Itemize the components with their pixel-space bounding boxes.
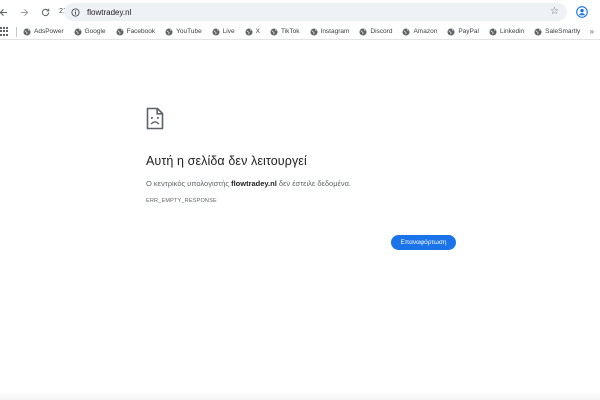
bookmark-label: Amazon — [413, 28, 438, 35]
browser-toolbar: 212 ☆ — [0, 0, 600, 24]
bookmark-label: Linkedin — [499, 28, 525, 35]
bookmark-label: Facebook — [126, 28, 156, 35]
globe-icon — [447, 27, 455, 36]
back-button[interactable] — [0, 3, 10, 21]
apps-grid-icon[interactable] — [0, 26, 10, 37]
arrow-left-icon — [0, 8, 7, 16]
arrow-right-icon — [20, 8, 28, 16]
bookmark-paypal[interactable]: PayPal — [447, 25, 479, 39]
address-bar[interactable]: ☆ — [64, 3, 567, 21]
bookmark-linkedin[interactable]: Linkedin — [489, 25, 524, 39]
bookmark-amazon[interactable]: Amazon — [402, 25, 437, 39]
globe-icon — [245, 27, 253, 36]
bookmark-label: AdsPower — [34, 28, 64, 35]
info-icon — [70, 7, 80, 17]
bookmark-adspower[interactable]: AdsPower — [23, 25, 64, 39]
bookmark-live[interactable]: Live — [212, 25, 235, 39]
profile-icon[interactable] — [576, 6, 588, 18]
error-description: Ο κεντρικός υπολογιστής flowtradey.nl δε… — [146, 179, 351, 188]
bookmarks-bar: AdsPower Google Facebook YouTube Live X TikTok… — [0, 24, 600, 40]
bookmark-label: Google — [84, 28, 106, 35]
error-title: Αυτή η σελίδα δεν λειτουργεί — [146, 154, 307, 168]
bookmark-label: X — [255, 28, 260, 35]
star-icon[interactable]: ☆ — [550, 6, 559, 18]
globe-icon — [116, 27, 124, 36]
bookmarks-divider — [16, 26, 17, 37]
bottom-edge — [0, 392, 600, 400]
bookmark-instagram[interactable]: Instagram — [309, 25, 350, 39]
bookmark-label: PayPal — [458, 28, 479, 35]
bookmark-label: YouTube — [176, 28, 202, 35]
forward-button[interactable] — [15, 3, 33, 21]
bookmark-tiktok[interactable]: TikTok — [270, 25, 300, 39]
globe-icon — [489, 27, 497, 36]
globe-icon — [212, 27, 220, 36]
bookmark-discord[interactable]: Discord — [359, 25, 392, 39]
error-description-prefix: Ο κεντρικός υπολογιστής — [146, 179, 232, 188]
error-code: ERR_EMPTY_RESPONSE — [146, 198, 217, 204]
globe-icon — [270, 27, 278, 36]
reload-button[interactable] — [36, 3, 54, 21]
error-host: flowtradey.nl — [231, 179, 277, 188]
bookmark-salesmartly[interactable]: SaleSmartly — [534, 25, 580, 39]
bookmark-label: Discord — [370, 28, 393, 35]
bookmark-youtube[interactable]: YouTube — [165, 25, 202, 39]
globe-icon — [74, 27, 82, 36]
bookmark-label: Live — [222, 28, 235, 35]
globe-icon — [402, 27, 410, 36]
bookmark-facebook[interactable]: Facebook — [116, 25, 156, 39]
globe-icon — [309, 27, 318, 36]
site-info-button[interactable] — [70, 7, 80, 17]
sad-document-icon — [146, 107, 164, 130]
bookmark-label: SaleSmartly — [545, 28, 581, 35]
bookmark-google[interactable]: Google — [74, 25, 106, 39]
error-description-suffix: δεν έστειλε δεδομένα. — [276, 179, 352, 188]
bookmark-label: Instagram — [320, 28, 350, 35]
bookmarks-list: AdsPower Google Facebook YouTube Live X TikTok… — [23, 25, 590, 39]
bookmark-x[interactable]: X — [245, 25, 260, 39]
bookmark-label: TikTok — [280, 28, 300, 35]
reload-page-button[interactable]: Επαναφόρτωση — [391, 235, 456, 250]
reload-icon — [41, 8, 49, 16]
globe-icon — [23, 27, 31, 36]
globe-icon — [534, 27, 542, 36]
globe-icon — [359, 27, 367, 36]
url-input[interactable] — [87, 5, 527, 19]
bookmarks-overflow-button[interactable]: » — [590, 27, 594, 36]
globe-icon — [165, 27, 173, 36]
